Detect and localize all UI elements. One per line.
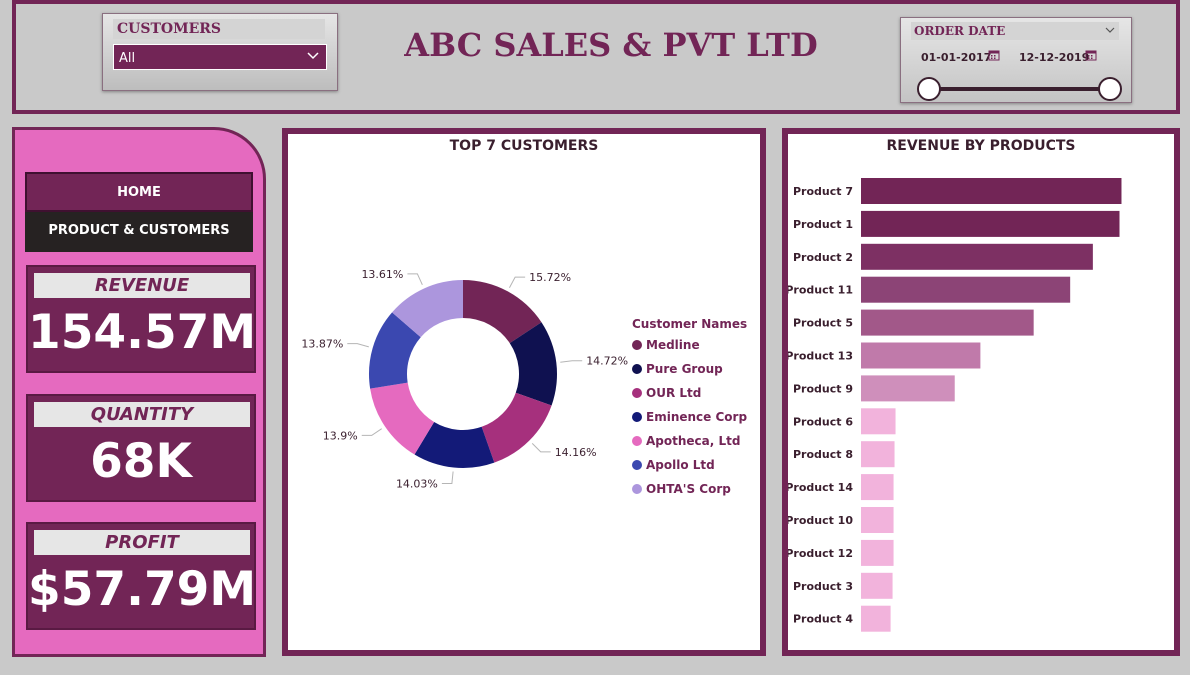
- profit-value: $57.79M: [28, 562, 257, 617]
- donut-data-label: 13.61%: [361, 268, 403, 281]
- header-bar: CUSTOMERS All ABC SALES & PVT LTD ORDER …: [12, 0, 1180, 114]
- date-range-start-handle[interactable]: [917, 77, 941, 101]
- donut-leader-line: [531, 443, 551, 453]
- end-date-field[interactable]: 12-12-2019: [1019, 51, 1089, 64]
- calendar-icon[interactable]: [988, 49, 1000, 61]
- chevron-down-icon: [1105, 27, 1115, 33]
- bar-mark[interactable]: [861, 342, 981, 369]
- donut-data-label: 15.72%: [529, 271, 571, 284]
- legend-marker: [632, 436, 642, 446]
- bar-category-label: Product 2: [793, 251, 853, 264]
- top-customers-panel: TOP 7 CUSTOMERS 15.72% 14.72% 14.16% 14.03%…: [282, 128, 766, 656]
- quantity-label: QUANTITY: [34, 402, 250, 427]
- legend-marker: [632, 388, 642, 398]
- bar-category-label: Product 6: [793, 415, 853, 428]
- bar-mark[interactable]: [861, 243, 1093, 270]
- legend-marker: [632, 364, 642, 374]
- revenue-card: REVENUE 154.57M: [26, 265, 256, 373]
- customers-slicer-label: CUSTOMERS: [113, 19, 325, 39]
- donut-leader-line: [560, 360, 583, 363]
- legend-item[interactable]: Apollo Ltd: [646, 458, 715, 472]
- donut-leader-line: [441, 471, 454, 484]
- bar-mark[interactable]: [861, 210, 1120, 237]
- page-title: ABC SALES & PVT LTD: [404, 26, 818, 64]
- revenue-value: 154.57M: [28, 305, 257, 360]
- start-date-field[interactable]: 01-01-2017: [921, 51, 991, 64]
- customers-dropdown-value: All: [119, 51, 136, 66]
- donut-data-label: 13.87%: [301, 338, 343, 351]
- bar-category-label: Product 5: [793, 317, 853, 330]
- legend-marker: [632, 340, 642, 350]
- bar-mark[interactable]: [861, 408, 896, 435]
- bar-category-label: Product 12: [788, 547, 853, 560]
- bar-category-label: Product 4: [793, 613, 853, 626]
- bar-mark[interactable]: [861, 441, 895, 468]
- nav-products-customers-button[interactable]: PRODUCT & CUSTOMERS: [25, 212, 253, 252]
- nav-home-button[interactable]: HOME: [25, 172, 253, 212]
- bar-category-label: Product 8: [793, 448, 853, 461]
- order-date-slicer: ORDER DATE 01-01-2017 12-12-2019: [900, 17, 1132, 103]
- legend-title: Customer Names: [632, 317, 747, 331]
- bar-category-label: Product 11: [788, 284, 853, 297]
- revenue-by-products-panel: REVENUE BY PRODUCTS Product 7 Product 1 Pr…: [782, 128, 1180, 656]
- order-date-slicer-label[interactable]: ORDER DATE: [911, 22, 1119, 40]
- donut-leader-line: [509, 276, 526, 288]
- legend-item[interactable]: Medline: [646, 338, 700, 352]
- bar-mark[interactable]: [861, 474, 894, 501]
- quantity-card: QUANTITY 68K: [26, 394, 256, 502]
- bar-category-label: Product 1: [793, 218, 853, 231]
- donut-leader-line: [347, 343, 369, 348]
- legend-item[interactable]: OHTA'S Corp: [646, 482, 731, 496]
- customers-slicer: CUSTOMERS All: [102, 13, 338, 91]
- donut-data-label: 14.16%: [555, 446, 597, 459]
- bar-mark[interactable]: [861, 507, 894, 533]
- donut-data-label: 14.72%: [586, 355, 628, 368]
- donut-leader-line: [407, 273, 423, 286]
- date-range-track[interactable]: [927, 87, 1111, 91]
- legend-marker: [632, 412, 642, 422]
- bar-mark[interactable]: [861, 539, 894, 566]
- bar-mark[interactable]: [861, 605, 891, 632]
- bar-category-label: Product 14: [788, 481, 853, 494]
- legend-item[interactable]: Eminence Corp: [646, 410, 747, 424]
- calendar-icon[interactable]: [1085, 49, 1097, 61]
- bar-mark[interactable]: [861, 572, 893, 599]
- bar-category-label: Product 10: [788, 514, 853, 527]
- bar-category-label: Product 7: [793, 185, 853, 198]
- bar-mark[interactable]: [861, 276, 1071, 303]
- bar-category-label: Product 13: [788, 350, 853, 363]
- bar-mark[interactable]: [861, 178, 1122, 204]
- legend-item[interactable]: Apotheca, Ltd: [646, 434, 740, 448]
- donut-data-label: 13.9%: [323, 429, 358, 442]
- date-range-end-handle[interactable]: [1098, 77, 1122, 101]
- bar-mark[interactable]: [861, 309, 1034, 336]
- profit-card: PROFIT $57.79M: [26, 522, 256, 630]
- top-customers-donut-chart: 15.72% 14.72% 14.16% 14.03% 13.9% 13.87% 13.61…: [301, 268, 747, 496]
- chevron-down-icon: [307, 52, 319, 60]
- legend-item[interactable]: OUR Ltd: [646, 386, 701, 400]
- bar-mark[interactable]: [861, 375, 955, 402]
- legend-item[interactable]: Pure Group: [646, 362, 723, 376]
- quantity-value: 68K: [90, 434, 192, 489]
- navigation-panel: HOME PRODUCT & CUSTOMERS REVENUE 154.57M…: [12, 127, 266, 657]
- legend-marker: [632, 484, 642, 494]
- profit-label: PROFIT: [34, 530, 250, 555]
- bar-category-label: Product 3: [793, 580, 853, 593]
- bar-category-label: Product 9: [793, 382, 853, 395]
- donut-data-label: 14.03%: [396, 477, 438, 490]
- donut-leader-line: [361, 428, 382, 436]
- revenue-by-products-bar-chart: Product 7 Product 1 Product 2 Product 11 Pro…: [788, 178, 1122, 632]
- customers-dropdown[interactable]: All: [113, 44, 327, 70]
- legend-marker: [632, 460, 642, 470]
- revenue-label: REVENUE: [34, 273, 250, 298]
